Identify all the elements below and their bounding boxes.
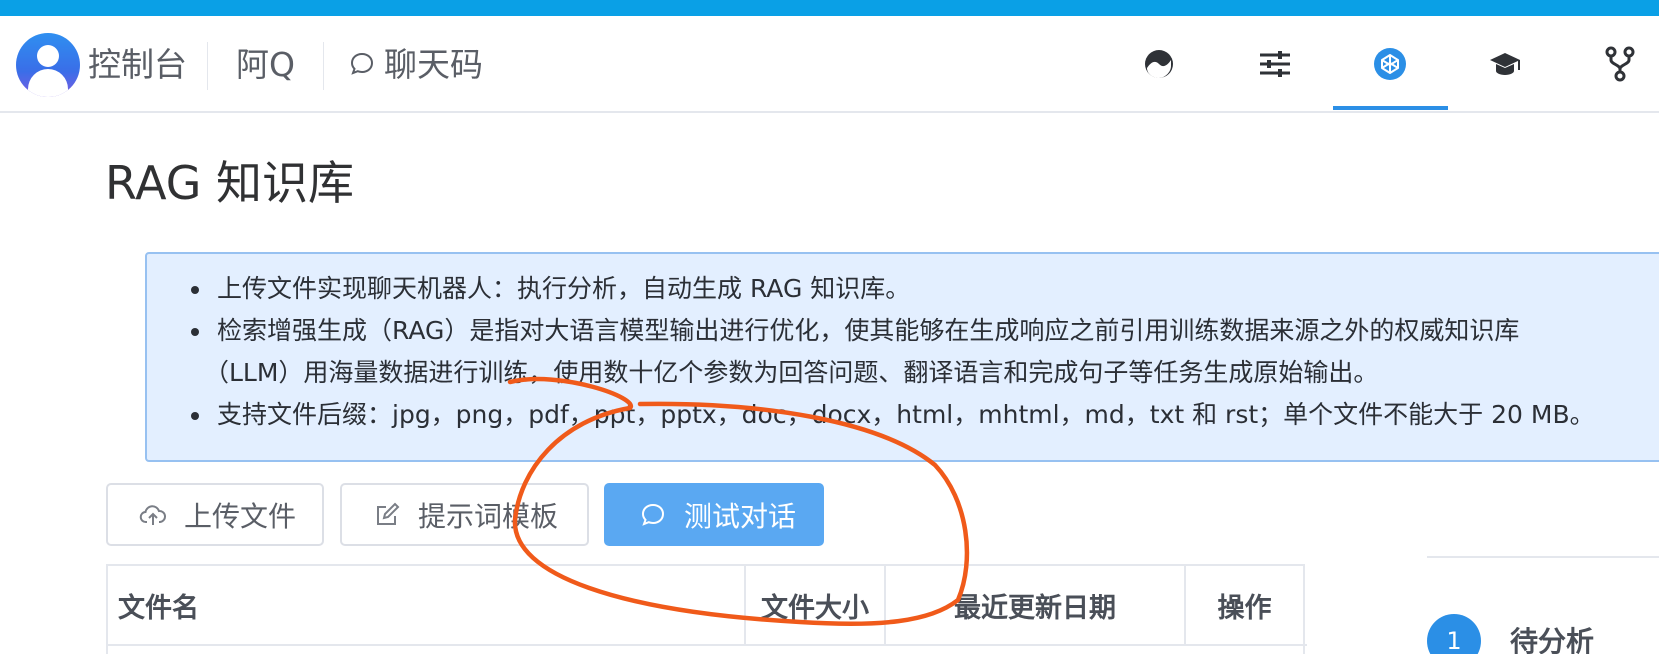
sliders-icon[interactable] (1255, 44, 1295, 84)
app-header: 控制台 阿Q 聊天码 (0, 16, 1659, 113)
info-item-text: 检索增强生成（RAG）是指对大语言模型输出进行优化，使其能够在生成响应之前引用训… (217, 316, 1520, 345)
step-label: 待分析 (1510, 625, 1595, 654)
edit-icon (372, 500, 402, 530)
info-list: 上传文件实现聊天机器人：执行分析，自动生成 RAG 知识库。 检索增强生成（RA… (187, 268, 1595, 436)
top-accent-bar (0, 0, 1659, 16)
codepen-icon[interactable] (1370, 44, 1410, 84)
info-item: 检索增强生成（RAG）是指对大语言模型输出进行优化，使其能够在生成响应之前引用训… (187, 310, 1595, 352)
column-header-actions: 操作 (1217, 592, 1272, 624)
avatar-head-shape (37, 45, 59, 67)
upload-file-label: 上传文件 (184, 499, 297, 533)
info-item-text: 上传文件实现聊天机器人：执行分析，自动生成 RAG 知识库。 (217, 274, 911, 303)
column-header-filename[interactable]: 文件名 (108, 566, 746, 644)
dashboard-icon[interactable] (1139, 44, 1179, 84)
info-alert: 上传文件实现聊天机器人：执行分析，自动生成 RAG 知识库。 检索增强生成（RA… (145, 252, 1659, 462)
info-item: 支持文件后缀：jpg，png，pdf，ppt，pptx，doc，docx，htm… (187, 394, 1595, 436)
nav-item-chat-code-label: 聊天码 (384, 45, 483, 84)
fork-icon[interactable] (1600, 44, 1640, 84)
test-chat-button[interactable]: 测试对话 (604, 483, 824, 546)
steps-divider (1427, 556, 1659, 558)
header-divider (323, 42, 324, 90)
graduation-cap-icon[interactable] (1485, 44, 1525, 84)
test-chat-label: 测试对话 (684, 499, 797, 533)
upload-file-button[interactable]: 上传文件 (106, 483, 324, 546)
info-item-continuation: （LLM）用海量数据进行训练，使用数十亿个参数为回答问题、翻译语言和完成句子等任… (187, 352, 1595, 394)
info-item-text: 支持文件后缀：jpg，png，pdf，ppt，pptx，doc，docx，htm… (217, 400, 1595, 429)
cloud-upload-icon (138, 500, 168, 530)
info-item: 上传文件实现聊天机器人：执行分析，自动生成 RAG 知识库。 (187, 268, 1595, 310)
bullet-icon (191, 328, 199, 336)
prompt-template-button[interactable]: 提示词模板 (340, 483, 589, 546)
nav-item-aq[interactable]: 阿Q (236, 45, 295, 85)
chat-bubble-icon (638, 500, 668, 530)
column-header-updated[interactable]: 最近更新日期 (886, 566, 1186, 644)
chat-bubble-icon (348, 47, 376, 87)
bullet-icon (191, 412, 199, 420)
table-row-divider (108, 644, 1307, 646)
nav-item-chat-code[interactable]: 聊天码 (348, 45, 483, 87)
file-table: 文件名 文件大小 最近更新日期 操作 (106, 564, 1307, 654)
header-divider (207, 42, 208, 90)
step-number-badge: 1 (1427, 614, 1481, 654)
active-tab-indicator (1333, 106, 1448, 110)
column-header-filesize[interactable]: 文件大小 (746, 566, 886, 644)
console-link[interactable]: 控制台 (88, 45, 187, 85)
avatar-body-shape (28, 69, 68, 97)
bullet-icon (191, 286, 199, 294)
info-item-text: （LLM）用海量数据进行训练，使用数十亿个参数为回答问题、翻译语言和完成句子等任… (204, 358, 1379, 387)
page-title: RAG 知识库 (105, 156, 355, 210)
prompt-template-label: 提示词模板 (418, 499, 559, 533)
avatar[interactable] (16, 33, 80, 97)
